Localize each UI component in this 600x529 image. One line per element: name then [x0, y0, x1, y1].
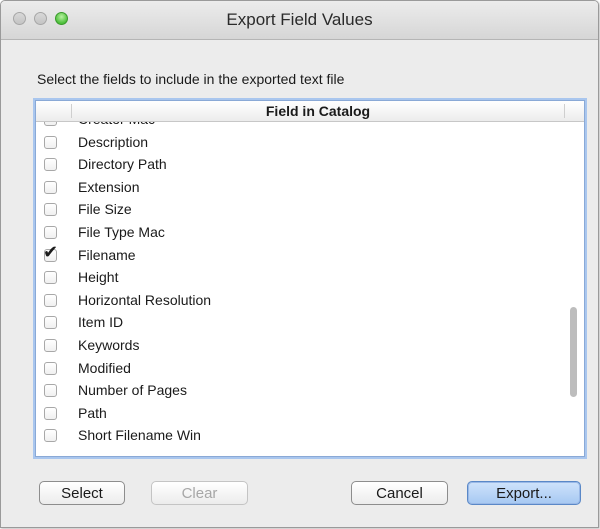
row-label: Number of Pages — [78, 382, 187, 399]
select-button[interactable]: Select — [39, 481, 125, 505]
checkbox[interactable] — [44, 203, 57, 217]
row-label: Directory Path — [78, 156, 167, 173]
list-row[interactable]: Item ID — [36, 313, 584, 336]
checkmark-icon: ✔ — [43, 241, 59, 262]
instruction-text: Select the fields to include in the expo… — [37, 71, 345, 87]
row-label: File Size — [78, 201, 132, 218]
field-in-catalog-column-header[interactable]: Field in Catalog — [72, 103, 564, 119]
list-row[interactable]: Height — [36, 268, 584, 291]
list-row[interactable]: Keywords — [36, 336, 584, 359]
list-scrollbar[interactable] — [570, 307, 577, 397]
checkbox[interactable] — [44, 361, 57, 375]
checkbox[interactable] — [44, 271, 57, 285]
row-label: Description — [78, 133, 149, 150]
field-list[interactable]: Field in Catalog Creator Mac Description D… — [35, 100, 585, 457]
cancel-button[interactable]: Cancel — [351, 481, 448, 505]
checkbox[interactable] — [44, 122, 57, 126]
list-row[interactable]: Short Filename Win — [36, 426, 584, 449]
list-header: Field in Catalog — [36, 101, 584, 122]
checkbox[interactable] — [44, 135, 57, 149]
export-button[interactable]: Export... — [467, 481, 581, 505]
row-label: Modified — [78, 359, 131, 376]
row-label: Horizontal Resolution — [78, 291, 212, 308]
list-row[interactable]: Path — [36, 404, 584, 427]
list-row[interactable]: Modified — [36, 359, 584, 382]
checkbox[interactable] — [44, 384, 57, 398]
row-label: File Type Mac — [78, 223, 165, 240]
checkbox[interactable] — [44, 406, 57, 420]
row-label: Keywords — [78, 336, 140, 353]
list-row[interactable]: File Size — [36, 200, 584, 223]
list-rows-content: Creator Mac Description Directory Path Exte… — [36, 122, 584, 449]
row-label: Filename — [78, 246, 136, 263]
checkbox[interactable] — [44, 316, 57, 330]
checkbox[interactable] — [44, 158, 57, 172]
list-row[interactable]: Directory Path — [36, 155, 584, 178]
checkbox[interactable] — [44, 225, 57, 239]
list-row[interactable]: Horizontal Resolution — [36, 291, 584, 314]
list-row[interactable]: Description — [36, 133, 584, 156]
row-label: Path — [78, 404, 107, 421]
row-label: Item ID — [78, 314, 124, 331]
clear-button[interactable]: Clear — [151, 481, 248, 505]
checkbox[interactable] — [44, 293, 57, 307]
list-rows: Creator Mac Description Directory Path Exte… — [36, 122, 584, 456]
export-dialog: Export Field Values Select the fields to… — [0, 0, 599, 528]
window-title: Export Field Values — [226, 10, 373, 29]
row-label: Creator Mac — [78, 122, 155, 127]
row-label: Height — [78, 269, 119, 286]
list-row[interactable]: ✔ Filename — [36, 241, 584, 269]
checkbox[interactable] — [44, 180, 57, 194]
list-row[interactable]: Extension — [36, 178, 584, 201]
row-label: Extension — [78, 178, 140, 195]
row-label: Short Filename Win — [78, 427, 201, 444]
list-row[interactable]: Creator Mac — [36, 122, 584, 133]
list-row[interactable]: File Type Mac — [36, 223, 584, 246]
header-divider — [564, 104, 565, 118]
checkbox[interactable] — [44, 429, 57, 443]
list-row[interactable]: Number of Pages — [36, 381, 584, 404]
title-bar[interactable]: Export Field Values — [1, 1, 598, 40]
checkbox[interactable] — [44, 338, 57, 352]
